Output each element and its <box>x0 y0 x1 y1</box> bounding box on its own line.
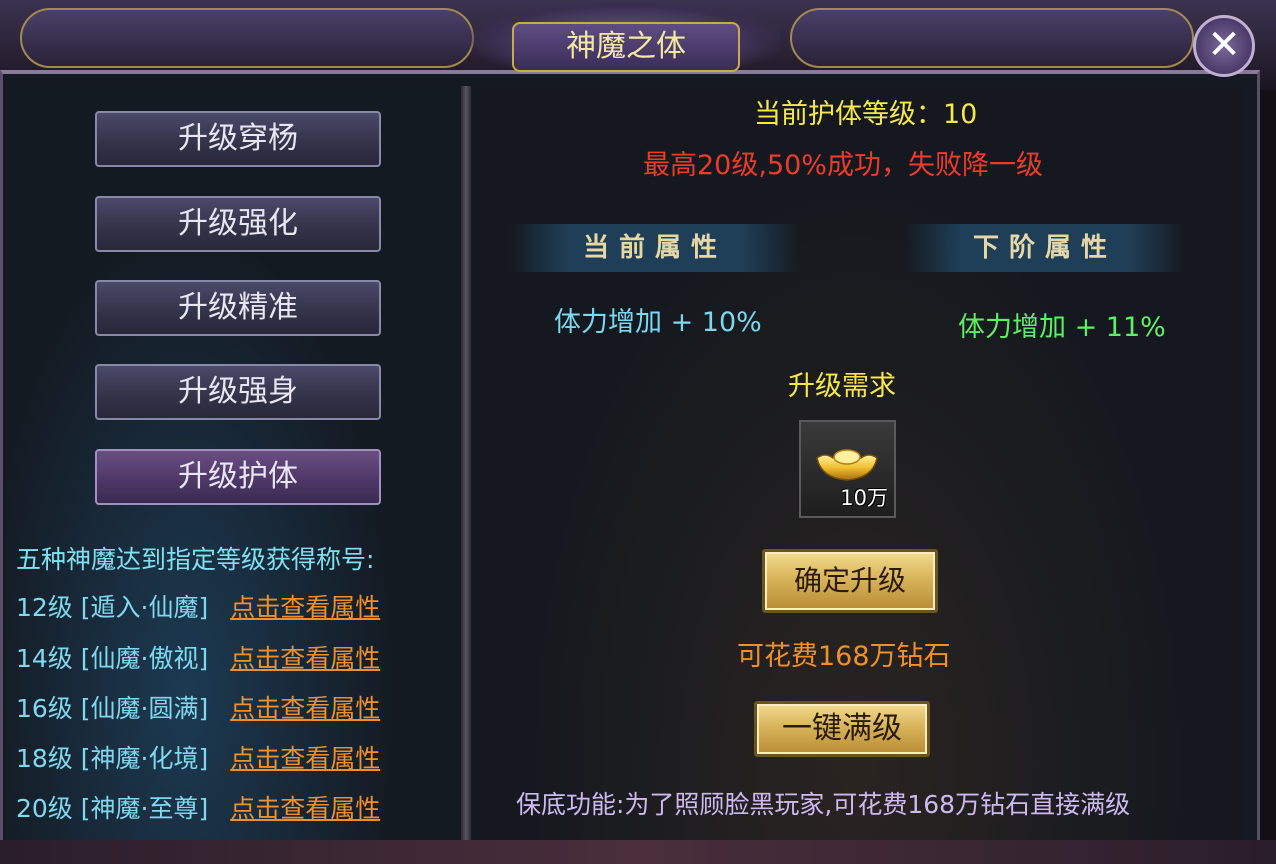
tier-level: 12级 <box>16 593 73 622</box>
upgrade-qiangshen-button[interactable]: 升级强身 <box>95 364 381 420</box>
item-slot[interactable]: 10万 <box>799 420 896 518</box>
tier-row: 14级 [仙魔·傲视] 点击查看属性 <box>16 639 380 675</box>
tier-title: [仙魔·傲视] <box>80 644 209 673</box>
titles-heading: 五种神魔达到指定等级获得称号: <box>16 545 375 574</box>
next-attributes-header: 下阶属性 <box>905 224 1185 272</box>
view-attributes-link[interactable]: 点击查看属性 <box>230 794 380 823</box>
close-button[interactable]: ✕ <box>1193 15 1255 77</box>
tier-row: 18级 [神魔·化境] 点击查看属性 <box>16 739 380 775</box>
confirm-upgrade-button[interactable]: 确定升级 <box>762 549 938 613</box>
next-attribute-value: 体力增加 + 11% <box>958 312 1166 343</box>
tier-level: 20级 <box>16 794 73 823</box>
title-plate: 神魔之体 <box>512 22 740 72</box>
upgrade-chuanyang-button[interactable]: 升级穿杨 <box>95 111 381 167</box>
tier-row: 20级 [神魔·至尊] 点击查看属性 <box>16 789 380 825</box>
view-attributes-link[interactable]: 点击查看属性 <box>230 694 380 723</box>
current-attributes-header: 当前属性 <box>510 224 800 272</box>
tier-title: [神魔·化境] <box>80 744 209 773</box>
view-attributes-link[interactable]: 点击查看属性 <box>230 744 380 773</box>
view-attributes-link[interactable]: 点击查看属性 <box>230 644 380 673</box>
gold-ingot-icon <box>816 449 878 481</box>
current-attribute-value: 体力增加 + 10% <box>554 307 762 338</box>
bottom-background <box>0 840 1276 864</box>
tier-level: 16级 <box>16 694 73 723</box>
tier-title: [仙魔·圆满] <box>80 694 209 723</box>
upgrade-rule-text: 最高20级,50%成功，失败降一级 <box>643 150 1043 181</box>
tier-level: 14级 <box>16 644 73 673</box>
upgrade-huti-button[interactable]: 升级护体 <box>95 449 381 505</box>
tier-level: 18级 <box>16 744 73 773</box>
panel-divider <box>461 86 471 844</box>
view-attributes-link[interactable]: 点击查看属性 <box>230 593 380 622</box>
window-title: 神魔之体 <box>566 29 686 64</box>
item-quantity: 10万 <box>840 486 888 510</box>
title-wing-left <box>20 8 474 68</box>
max-level-button[interactable]: 一键满级 <box>754 701 930 757</box>
tier-title: [遁入·仙魔] <box>80 593 209 622</box>
requirement-label: 升级需求 <box>788 371 896 402</box>
cost-text: 可花费168万钻石 <box>737 641 951 672</box>
title-wing-right <box>790 8 1194 68</box>
upgrade-qianghua-button[interactable]: 升级强化 <box>95 196 381 252</box>
tier-row: 16级 [仙魔·圆满] 点击查看属性 <box>16 689 380 725</box>
close-icon: ✕ <box>1207 22 1241 68</box>
guarantee-text: 保底功能:为了照顾脸黑玩家,可花费168万钻石直接满级 <box>516 790 1131 819</box>
tier-title: [神魔·至尊] <box>80 794 209 823</box>
current-level-text: 当前护体等级：10 <box>754 99 978 130</box>
tier-row: 12级 [遁入·仙魔] 点击查看属性 <box>16 588 380 624</box>
upgrade-jingzhun-button[interactable]: 升级精准 <box>95 280 381 336</box>
